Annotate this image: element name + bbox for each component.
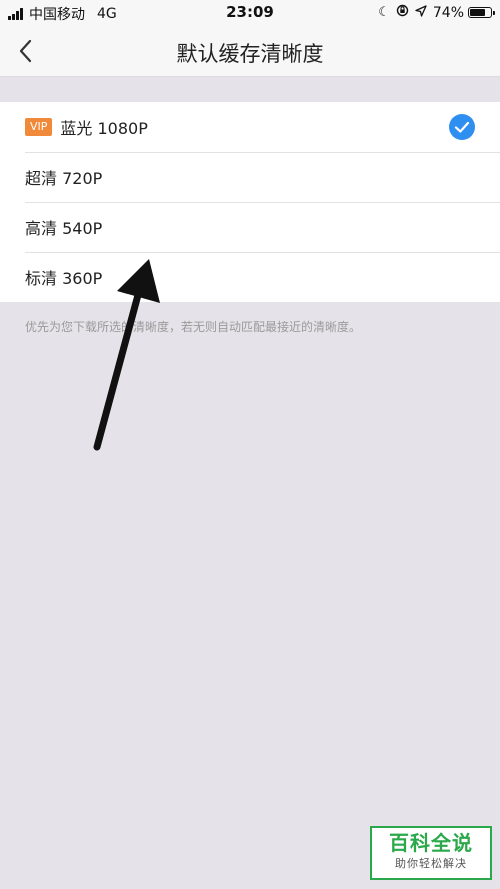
watermark-subtitle: 助你轻松解决 — [395, 857, 467, 870]
option-label: 高清 540P — [25, 219, 103, 238]
lock-rotation-icon — [396, 4, 409, 21]
hint-text: 优先为您下载所选的清晰度，若无则自动匹配最接近的清晰度。 — [25, 320, 362, 334]
battery-icon — [468, 7, 495, 18]
option-label: 超清 720P — [25, 169, 103, 188]
watermark-title: 百科全说 — [389, 831, 473, 855]
watermark-logo: 百科全说 助你轻松解决 — [370, 826, 492, 880]
page-title: 默认缓存清晰度 — [176, 42, 324, 66]
status-bar: 中国移动 4G 23:09 ☾ 74% — [0, 0, 500, 26]
checkmark-icon — [449, 114, 475, 140]
option-row-540p[interactable]: 高清 540P — [0, 202, 500, 252]
battery-percent: 74% — [432, 4, 464, 21]
option-label: 标清 360P — [25, 269, 103, 288]
quality-option-list: VIP 蓝光 1080P 超清 720P 高清 540P 标清 360P — [0, 102, 500, 302]
option-row-360p[interactable]: 标清 360P — [0, 252, 500, 302]
vip-badge: VIP — [25, 118, 53, 136]
option-row-720p[interactable]: 超清 720P — [0, 152, 500, 202]
location-arrow-icon — [415, 4, 427, 21]
nav-bar: 默认缓存清晰度 — [0, 26, 500, 77]
option-row-1080p[interactable]: VIP 蓝光 1080P — [0, 102, 500, 152]
option-label: 蓝光 1080P — [60, 119, 148, 138]
moon-icon: ☾ — [378, 5, 390, 20]
